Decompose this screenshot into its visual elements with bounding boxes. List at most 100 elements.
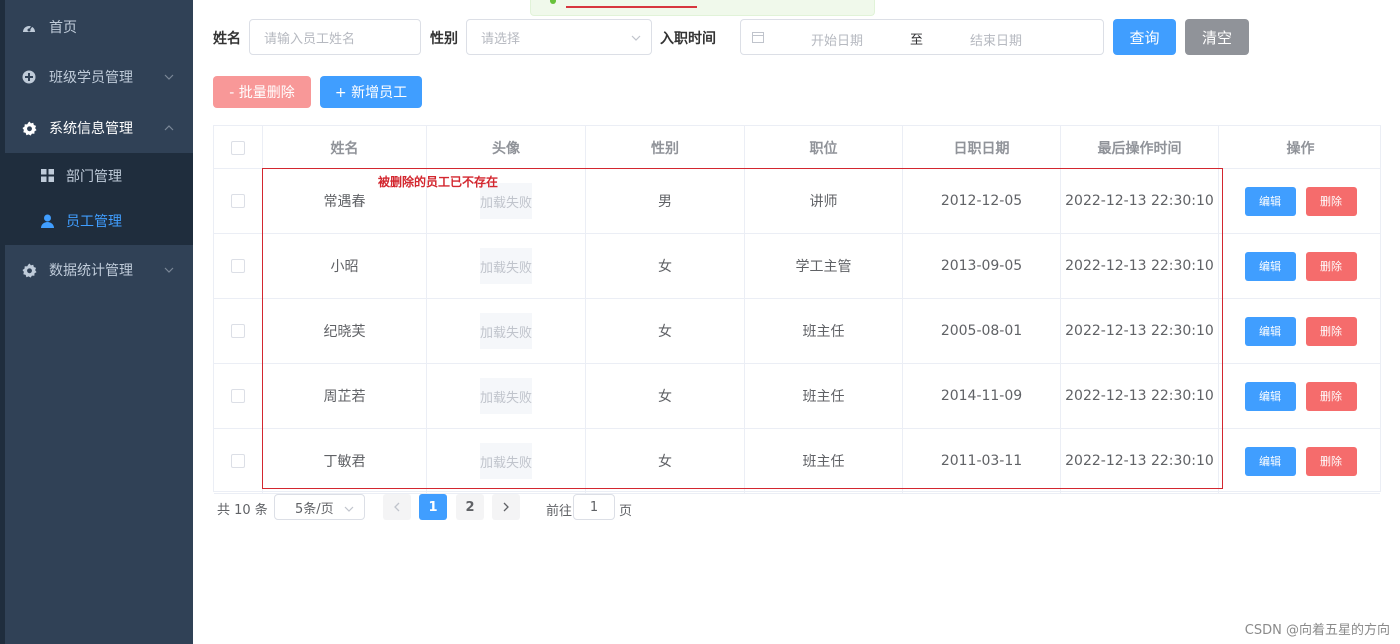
checkbox[interactable] — [231, 389, 245, 403]
checkbox[interactable] — [231, 140, 245, 155]
delete-button[interactable]: 删除 — [1305, 381, 1357, 411]
user-icon — [40, 214, 54, 228]
sidebar-item-home[interactable]: 首页 — [5, 2, 193, 52]
header-updated: 最后操作时间 — [1061, 126, 1219, 169]
delete-button[interactable]: 删除 — [1305, 316, 1357, 346]
cell-updated: 2022-12-13 22:30:10 — [1061, 169, 1219, 233]
chevron-down-icon — [631, 32, 641, 42]
start-date-placeholder: 开始日期 — [811, 34, 864, 49]
header-avatar: 头像 — [427, 126, 586, 169]
actions-cell: 编辑 删除 — [1219, 234, 1382, 298]
sidebar-item-label: 系统信息管理 — [49, 121, 133, 137]
header-entry-date: 日职日期 — [903, 126, 1061, 169]
page-2-button[interactable]: 2 — [456, 494, 484, 520]
sidebar-item-label: 数据统计管理 — [49, 263, 133, 279]
delete-button[interactable]: 删除 — [1305, 186, 1357, 216]
table-row: 小昭 加载失败 女学工主管 2013-09-05 2022-12-13 22:30:10… — [214, 234, 1380, 299]
edit-button[interactable]: 编辑 — [1244, 186, 1296, 216]
grid-icon — [40, 169, 54, 183]
avatar-image-failed: 加载失败 — [480, 248, 532, 284]
edit-button[interactable]: 编辑 — [1244, 316, 1296, 346]
dashboard-icon — [21, 19, 37, 35]
cell-entry: 2011-03-11 — [903, 429, 1061, 493]
chevron-down-icon — [163, 71, 175, 83]
edit-button[interactable]: 编辑 — [1244, 251, 1296, 281]
goto-prefix: 前往 — [546, 504, 573, 519]
pagination-total: 共 10 条 — [217, 503, 268, 518]
date-range-picker[interactable]: 开始日期 至 结束日期 — [740, 19, 1104, 55]
query-button[interactable]: 查询 — [1113, 19, 1176, 55]
checkbox[interactable] — [231, 454, 245, 468]
cell-entry: 2005-08-01 — [903, 299, 1061, 363]
header-select-all[interactable] — [214, 126, 263, 169]
edit-button[interactable]: 编辑 — [1244, 446, 1296, 476]
sidebar-item-label: 班级学员管理 — [49, 70, 133, 86]
edit-button[interactable]: 编辑 — [1244, 381, 1296, 411]
chevron-right-icon — [503, 502, 509, 512]
chevron-down-icon — [163, 264, 175, 276]
sidebar-subitem-employee[interactable]: 员工管理 — [5, 198, 193, 243]
checkbox[interactable] — [231, 259, 245, 273]
avatar-cell: 加载失败 — [427, 234, 586, 298]
row-select-cell — [214, 234, 263, 298]
header-gender: 性别 — [586, 126, 745, 169]
cell-updated: 2022-12-13 22:30:10 — [1061, 299, 1219, 363]
cell-job: 班主任 — [745, 364, 903, 428]
header-job: 职位 — [745, 126, 903, 169]
gear-icon — [21, 262, 37, 278]
cell-updated: 2022-12-13 22:30:10 — [1061, 364, 1219, 428]
delete-button[interactable]: 删除 — [1305, 446, 1357, 476]
table-row: 丁敏君 加载失败 女班主任 2011-03-11 2022-12-13 22:30:10… — [214, 429, 1380, 494]
cell-job: 学工主管 — [745, 234, 903, 298]
row-select-cell — [214, 169, 263, 233]
avatar-image-failed: 加载失败 — [480, 443, 532, 479]
name-input[interactable]: 请输入员工姓名 — [249, 19, 421, 55]
cell-name: 丁敏君 — [263, 429, 427, 493]
sidebar-item-label: 首页 — [49, 20, 77, 36]
page-size-select[interactable]: 5条/页 — [274, 494, 365, 520]
chevron-up-icon — [163, 122, 175, 134]
table-row: 周芷若 加载失败 女班主任 2014-11-09 2022-12-13 22:30:10… — [214, 364, 1380, 429]
header-name: 姓名 — [263, 126, 427, 169]
cell-name: 纪晓芙 — [263, 299, 427, 363]
goto-page-input[interactable]: 1 — [573, 494, 615, 520]
success-toast — [530, 0, 875, 16]
cell-entry: 2014-11-09 — [903, 364, 1061, 428]
gender-label: 性别 — [430, 31, 458, 47]
gender-select[interactable]: 请选择 — [466, 19, 652, 55]
avatar-cell: 加载失败 — [427, 364, 586, 428]
sidebar-item-system-info[interactable]: 系统信息管理 — [5, 103, 193, 153]
cell-entry: 2012-12-05 — [903, 169, 1061, 233]
sidebar-item-statistics[interactable]: 数据统计管理 — [5, 245, 193, 295]
batch-delete-button[interactable]: - 批量删除 — [213, 76, 311, 108]
cell-gender: 女 — [586, 299, 745, 363]
avatar-cell: 加载失败 — [427, 429, 586, 493]
cell-updated: 2022-12-13 22:30:10 — [1061, 429, 1219, 493]
gender-placeholder: 请选择 — [481, 31, 521, 47]
checkbox[interactable] — [231, 194, 245, 208]
next-page-button[interactable] — [492, 494, 520, 520]
checkbox[interactable] — [231, 324, 245, 338]
sidebar-item-class-students[interactable]: 班级学员管理 — [5, 52, 193, 102]
page-1-button[interactable]: 1 — [419, 494, 447, 520]
prev-page-button[interactable] — [383, 494, 411, 520]
actions-cell: 编辑 删除 — [1219, 299, 1382, 363]
row-select-cell — [214, 299, 263, 363]
page-size-value: 5条/页 — [295, 501, 334, 517]
actions-cell: 编辑 删除 — [1219, 169, 1382, 233]
app: 首页 班级学员管理 系统信息管理 部门管理 员工管理 数据统计管理 姓名 请输入… — [0, 0, 1400, 644]
name-placeholder: 请输入员工姓名 — [264, 31, 356, 47]
toast-underline — [566, 6, 697, 8]
watermark: CSDN @向着五星的方向 — [1244, 623, 1390, 638]
sidebar-subitem-department[interactable]: 部门管理 — [5, 153, 193, 198]
actions-cell: 编辑 删除 — [1219, 364, 1382, 428]
goto-page-value: 1 — [589, 499, 599, 515]
name-label: 姓名 — [213, 31, 241, 47]
row-select-cell — [214, 429, 263, 493]
delete-button[interactable]: 删除 — [1305, 251, 1357, 281]
cell-entry: 2013-09-05 — [903, 234, 1061, 298]
gear-icon — [21, 120, 37, 136]
end-date-placeholder: 结束日期 — [970, 34, 1023, 49]
add-employee-button[interactable]: + 新增员工 — [320, 76, 422, 108]
clear-button[interactable]: 清空 — [1185, 19, 1249, 55]
